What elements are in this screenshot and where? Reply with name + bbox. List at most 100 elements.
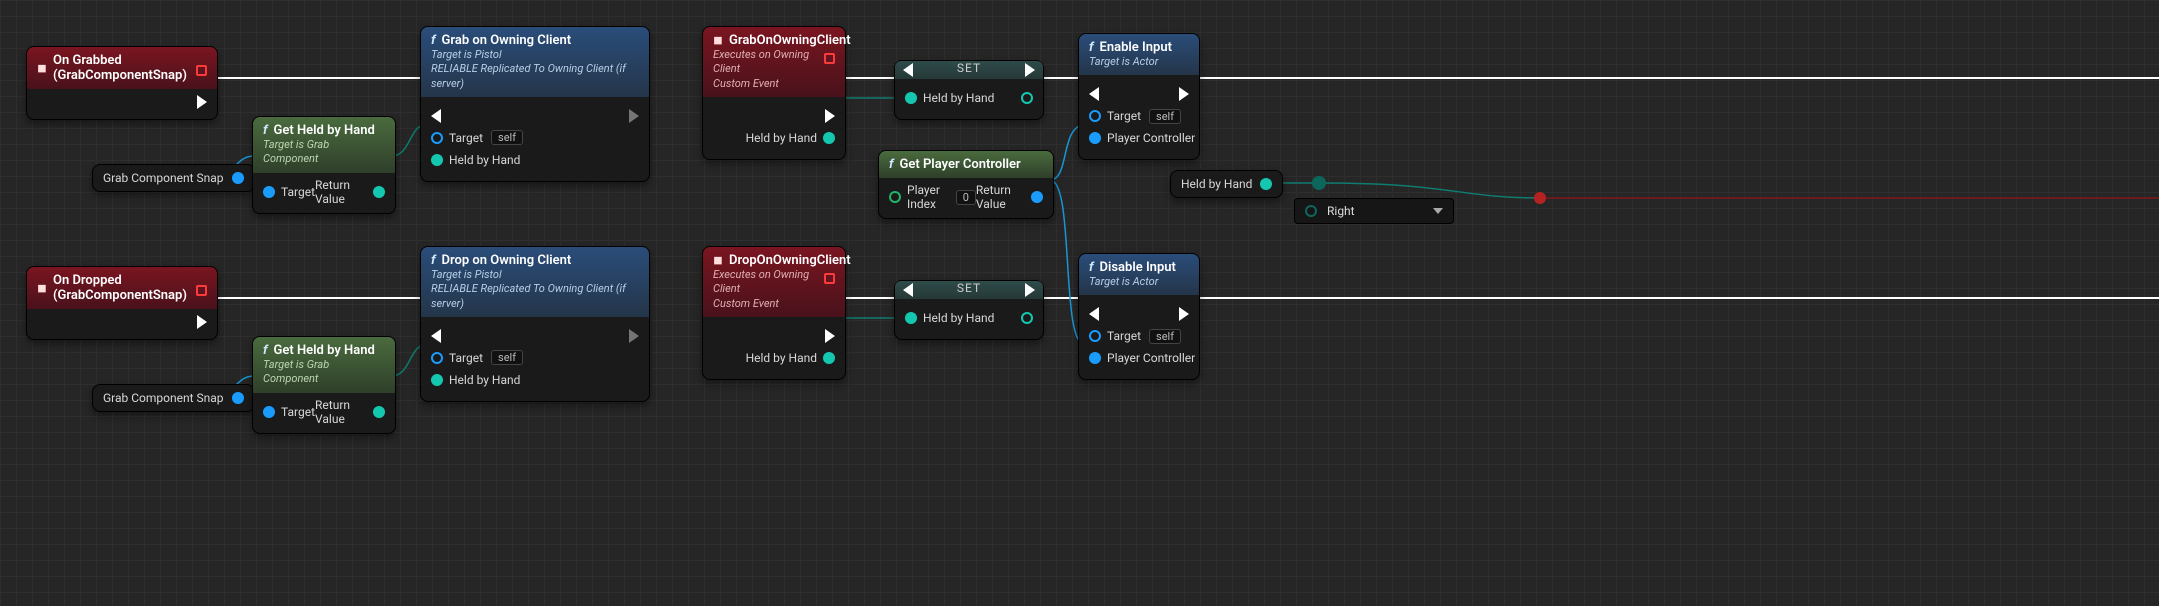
exec-out-pin[interactable] bbox=[1025, 283, 1035, 297]
exec-in-pin[interactable] bbox=[1089, 87, 1099, 101]
exec-in-pin[interactable] bbox=[431, 109, 441, 123]
pin-label: Return Value bbox=[315, 178, 367, 206]
pin-label: Target bbox=[449, 351, 483, 365]
target-pin[interactable] bbox=[263, 186, 275, 198]
fn-drop-on-owning-client[interactable]: fDrop on Owning Client Target is Pistol … bbox=[420, 246, 650, 402]
exec-in-pin[interactable] bbox=[903, 283, 913, 297]
exec-out-pin[interactable] bbox=[1025, 63, 1035, 77]
pin-label: Held by Hand bbox=[923, 91, 994, 105]
return-pin[interactable] bbox=[1031, 191, 1043, 203]
index-pin[interactable] bbox=[889, 191, 901, 203]
enum-dropdown[interactable]: Right bbox=[1327, 204, 1443, 218]
enum-select-node[interactable]: Right bbox=[1294, 198, 1454, 224]
event-on-grabbed[interactable]: ◆On Grabbed (GrabComponentSnap) bbox=[26, 46, 218, 120]
function-icon: f bbox=[889, 157, 894, 172]
pin-label: Held by Hand bbox=[449, 153, 520, 167]
exec-out-pin[interactable] bbox=[825, 329, 835, 343]
bool-out-pin[interactable] bbox=[1534, 192, 1546, 204]
target-pin[interactable] bbox=[431, 132, 443, 144]
exec-in-pin[interactable] bbox=[431, 329, 441, 343]
held-pin[interactable] bbox=[431, 154, 443, 166]
event-on-dropped[interactable]: ◆On Dropped (GrabComponentSnap) bbox=[26, 266, 218, 340]
function-icon: f bbox=[263, 123, 268, 138]
node-title: Drop on Owning Client bbox=[442, 253, 572, 268]
pin-label: Target bbox=[281, 185, 315, 199]
return-pin[interactable] bbox=[373, 186, 385, 198]
function-icon: f bbox=[431, 33, 436, 48]
var-grab-component-snap[interactable]: Grab Component Snap bbox=[92, 384, 255, 412]
exec-out-pin[interactable] bbox=[197, 95, 207, 109]
target-pin[interactable] bbox=[431, 352, 443, 364]
reroute-pin[interactable] bbox=[1312, 176, 1326, 190]
node-subtitle: Target is Grab Component bbox=[263, 358, 385, 387]
exec-out-pin[interactable] bbox=[629, 329, 639, 343]
set-label: SET bbox=[957, 281, 981, 295]
function-icon: f bbox=[1089, 40, 1094, 55]
exec-out-pin[interactable] bbox=[1179, 307, 1189, 321]
held-out-pin[interactable] bbox=[823, 132, 835, 144]
node-title: Enable Input bbox=[1100, 40, 1172, 55]
delegate-pin[interactable] bbox=[824, 273, 835, 284]
delegate-pin[interactable] bbox=[196, 285, 207, 296]
set-held-by-hand[interactable]: SET Held by Hand bbox=[894, 280, 1044, 340]
value-out-pin[interactable] bbox=[1021, 92, 1033, 104]
exec-in-pin[interactable] bbox=[1089, 307, 1099, 321]
pin-label: Held by Hand bbox=[746, 351, 817, 365]
event-icon: ◆ bbox=[33, 59, 51, 77]
var-held-by-hand[interactable]: Held by Hand bbox=[1170, 170, 1283, 198]
delegate-pin[interactable] bbox=[196, 65, 207, 76]
fn-get-held-by-hand[interactable]: f Get Held by Hand Target is Grab Compone… bbox=[252, 336, 396, 434]
player-controller-pin[interactable] bbox=[1089, 352, 1101, 364]
player-controller-pin[interactable] bbox=[1089, 132, 1101, 144]
pin-label: Target bbox=[449, 131, 483, 145]
value-out-pin[interactable] bbox=[1021, 312, 1033, 324]
node-title: Grab on Owning Client bbox=[442, 33, 572, 48]
set-label: SET bbox=[957, 61, 981, 75]
target-pin[interactable] bbox=[1089, 330, 1101, 342]
node-title: On Grabbed (GrabComponentSnap) bbox=[53, 53, 207, 83]
delegate-pin[interactable] bbox=[824, 53, 835, 64]
event-drop-on-owning-client[interactable]: ◆DropOnOwningClient Executes on Owning C… bbox=[702, 246, 846, 380]
node-title: On Dropped (GrabComponentSnap) bbox=[53, 273, 207, 303]
self-pill: self bbox=[491, 350, 523, 365]
held-pin[interactable] bbox=[431, 374, 443, 386]
pin-label: Held by Hand bbox=[449, 373, 520, 387]
target-pin[interactable] bbox=[263, 406, 275, 418]
index-value[interactable]: 0 bbox=[956, 190, 976, 205]
fn-get-held-by-hand[interactable]: fGet Held by Hand Target is Grab Compone… bbox=[252, 116, 396, 214]
held-in-pin[interactable] bbox=[905, 312, 917, 324]
node-subtitle: Executes on Owning Client bbox=[713, 268, 835, 297]
var-grab-component-snap[interactable]: Grab Component Snap bbox=[92, 164, 255, 192]
self-pill: self bbox=[491, 130, 523, 145]
pin-label: Target bbox=[281, 405, 315, 419]
var-label: Grab Component Snap bbox=[103, 391, 224, 405]
return-pin[interactable] bbox=[373, 406, 385, 418]
node-subtitle: RELIABLE Replicated To Owning Client (if… bbox=[431, 282, 639, 311]
held-out-pin[interactable] bbox=[823, 352, 835, 364]
fn-grab-on-owning-client[interactable]: fGrab on Owning Client Target is Pistol … bbox=[420, 26, 650, 182]
node-subtitle: Target is Actor bbox=[1089, 275, 1189, 289]
output-pin[interactable] bbox=[232, 172, 244, 184]
set-held-by-hand[interactable]: SET Held by Hand bbox=[894, 60, 1044, 120]
event-grab-on-owning-client[interactable]: ◆GrabOnOwningClient Executes on Owning C… bbox=[702, 26, 846, 160]
enum-in-pin[interactable] bbox=[1305, 205, 1317, 217]
event-icon: ◆ bbox=[33, 279, 51, 297]
exec-in-pin[interactable] bbox=[903, 63, 913, 77]
exec-out-pin[interactable] bbox=[197, 315, 207, 329]
output-pin[interactable] bbox=[1260, 178, 1272, 190]
exec-out-pin[interactable] bbox=[629, 109, 639, 123]
pin-label: Player Index bbox=[907, 183, 948, 211]
node-subtitle: Target is Pistol bbox=[431, 268, 639, 282]
function-icon: f bbox=[263, 343, 268, 358]
node-title: Get Held by Hand bbox=[274, 343, 375, 358]
exec-out-pin[interactable] bbox=[825, 109, 835, 123]
fn-get-player-controller[interactable]: fGet Player Controller Player Index0 Ret… bbox=[878, 150, 1054, 219]
fn-disable-input[interactable]: fDisable Input Target is Actor Targetsel… bbox=[1078, 253, 1200, 380]
output-pin[interactable] bbox=[232, 392, 244, 404]
var-label: Held by Hand bbox=[1181, 177, 1252, 191]
held-in-pin[interactable] bbox=[905, 92, 917, 104]
target-pin[interactable] bbox=[1089, 110, 1101, 122]
fn-enable-input[interactable]: fEnable Input Target is Actor Targetself… bbox=[1078, 33, 1200, 160]
exec-out-pin[interactable] bbox=[1179, 87, 1189, 101]
node-subtitle: Target is Grab Component bbox=[263, 138, 385, 167]
